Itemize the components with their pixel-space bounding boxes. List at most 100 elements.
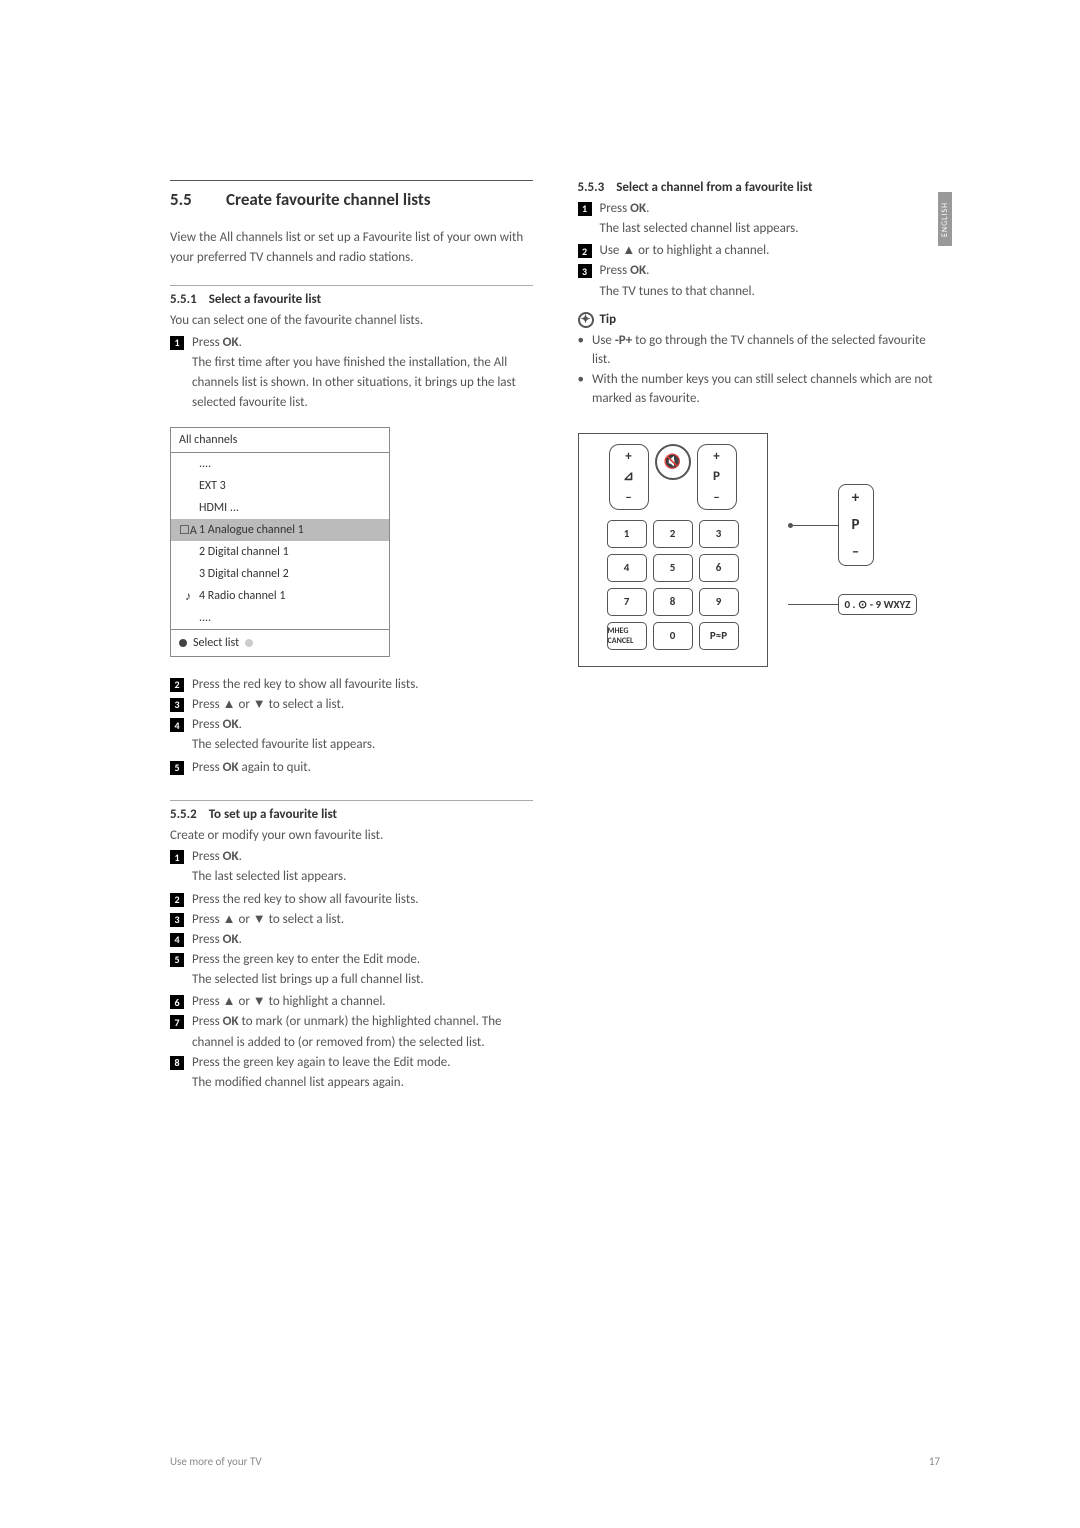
program-key: + P – bbox=[697, 444, 737, 510]
step-note: The selected favourite list appears. bbox=[170, 735, 533, 755]
minus-icon: – bbox=[852, 543, 859, 561]
step-note: The last selected channel list appears. bbox=[578, 219, 941, 239]
step-badge: 8 bbox=[170, 1056, 184, 1070]
minus-icon: – bbox=[713, 490, 719, 505]
volume-icon: ⊿ bbox=[623, 469, 634, 484]
step-text: Press OK. bbox=[192, 333, 533, 353]
mute-key: 🔇 bbox=[655, 444, 691, 480]
tv-icon: ☐A bbox=[177, 523, 199, 538]
step-badge: 1 bbox=[578, 202, 592, 216]
p-label: P bbox=[852, 516, 860, 534]
num-key-6: 6 bbox=[699, 554, 739, 582]
right-column: 5.5.3 Select a channel from a favourite l… bbox=[578, 180, 941, 1093]
step-text: Press the green key again to leave the E… bbox=[192, 1053, 533, 1073]
list-item: 4 Radio channel 1 bbox=[199, 589, 285, 603]
step-text: Press OK again to quit. bbox=[192, 758, 533, 778]
callout-num-keys: 0 . ⊙ - 9 WXYZ bbox=[838, 594, 918, 615]
list-item: 2 Digital channel 1 bbox=[199, 545, 289, 559]
step-badge: 3 bbox=[170, 698, 184, 712]
list-item: HDMI ... bbox=[199, 501, 239, 515]
subsection-553-heading: 5.5.3 Select a channel from a favourite l… bbox=[578, 180, 941, 195]
minus-icon: – bbox=[625, 490, 631, 505]
step-text: Press ▲ or ▼ to select a list. bbox=[192, 910, 533, 930]
subsection-552-lead: Create or modify your own favourite list… bbox=[170, 826, 533, 846]
list-item: EXT 3 bbox=[199, 479, 226, 493]
channel-list-title: All channels bbox=[171, 428, 389, 453]
callout-p-key: + P – bbox=[838, 484, 874, 566]
step-badge: 3 bbox=[578, 264, 592, 278]
step-text: Press OK. bbox=[192, 715, 533, 735]
step-text: Use ▲ or to highlight a channel. bbox=[600, 241, 941, 261]
step-text: Press OK. bbox=[192, 930, 533, 950]
step-text: Press OK. bbox=[600, 261, 941, 281]
section-heading: 5.5 Create favourite channel lists bbox=[170, 180, 533, 210]
subsection-number: 5.5.1 bbox=[170, 292, 197, 307]
plus-icon: + bbox=[625, 449, 631, 464]
subsection-552-heading: 5.5.2 To set up a favourite list bbox=[170, 807, 533, 822]
list-item: 3 Digital channel 2 bbox=[199, 567, 289, 581]
step-badge: 2 bbox=[170, 893, 184, 907]
step-badge: 7 bbox=[170, 1015, 184, 1029]
num-key-0: 0 bbox=[653, 622, 693, 650]
num-key-4: 4 bbox=[607, 554, 647, 582]
step-text: Press OK. bbox=[192, 847, 533, 867]
subsection-title: Select a channel from a favourite list bbox=[616, 180, 812, 195]
tip-label: Tip bbox=[600, 312, 617, 327]
step-badge: 5 bbox=[170, 953, 184, 967]
step-note: The last selected list appears. bbox=[170, 867, 533, 887]
subsection-number: 5.5.3 bbox=[578, 180, 605, 195]
tip-item: With the number keys you can still selec… bbox=[592, 370, 940, 409]
num-key-3: 3 bbox=[699, 520, 739, 548]
step-note: The first time after you have finished t… bbox=[170, 353, 533, 413]
step-badge: 4 bbox=[170, 933, 184, 947]
step-badge: 4 bbox=[170, 718, 184, 732]
footer-left: Use more of your TV bbox=[170, 1455, 262, 1468]
p-label: P bbox=[713, 469, 720, 484]
step-note: The TV tunes to that channel. bbox=[578, 282, 941, 302]
footer-label: Select list bbox=[193, 636, 239, 650]
step-badge: 2 bbox=[170, 678, 184, 692]
num-key-9: 9 bbox=[699, 588, 739, 616]
num-key-5: 5 bbox=[653, 554, 693, 582]
step-badge: 3 bbox=[170, 913, 184, 927]
subsection-title: Select a favourite list bbox=[209, 292, 321, 307]
radio-icon: ♪ bbox=[177, 589, 199, 604]
num-key-2: 2 bbox=[653, 520, 693, 548]
volume-key: + ⊿ – bbox=[609, 444, 649, 510]
page-footer: Use more of your TV 17 bbox=[170, 1455, 940, 1468]
plus-icon: + bbox=[713, 449, 719, 464]
page-number: 17 bbox=[929, 1455, 940, 1468]
step-badge: 1 bbox=[170, 336, 184, 350]
red-dot-icon bbox=[179, 639, 187, 647]
list-item: .... bbox=[199, 611, 211, 625]
mheg-cancel-key: MHEG CANCEL bbox=[607, 622, 647, 650]
step-note: The modified channel list appears again. bbox=[170, 1073, 533, 1093]
mute-icon: 🔇 bbox=[664, 453, 681, 470]
step-text: Press ▲ or ▼ to select a list. bbox=[192, 695, 533, 715]
grey-dot-icon bbox=[245, 639, 253, 647]
num-key-7: 7 bbox=[607, 588, 647, 616]
step-text: Press the red key to show all favourite … bbox=[192, 675, 533, 695]
section-intro: View the All channels list or set up a F… bbox=[170, 228, 533, 267]
subsection-title: To set up a favourite list bbox=[209, 807, 337, 822]
subsection-551-heading: 5.5.1 Select a favourite list bbox=[170, 292, 533, 307]
tip-heading: ✦ Tip bbox=[578, 312, 941, 328]
channel-list-footer: Select list bbox=[171, 629, 389, 656]
section-title: Create favourite channel lists bbox=[226, 189, 533, 210]
step-badge: 1 bbox=[170, 850, 184, 864]
subsection-551-lead: You can select one of the favourite chan… bbox=[170, 311, 533, 331]
subsection-number: 5.5.2 bbox=[170, 807, 197, 822]
pswap-key: P≈P bbox=[699, 622, 739, 650]
step-text: Press the green key to enter the Edit mo… bbox=[192, 950, 533, 970]
section-number: 5.5 bbox=[170, 189, 226, 210]
list-item: 1 Analogue channel 1 bbox=[199, 523, 304, 537]
step-badge: 5 bbox=[170, 761, 184, 775]
tip-icon: ✦ bbox=[578, 312, 594, 328]
num-key-8: 8 bbox=[653, 588, 693, 616]
tip-item: Use -P+ to go through the TV channels of… bbox=[592, 331, 940, 370]
step-badge: 6 bbox=[170, 995, 184, 1009]
num-key-1: 1 bbox=[607, 520, 647, 548]
step-text: Press ▲ or ▼ to highlight a channel. bbox=[192, 992, 533, 1012]
step-note: The selected list brings up a full chann… bbox=[170, 970, 533, 990]
remote-figure: + ⊿ – 🔇 + P – 1 2 3 bbox=[578, 433, 941, 667]
